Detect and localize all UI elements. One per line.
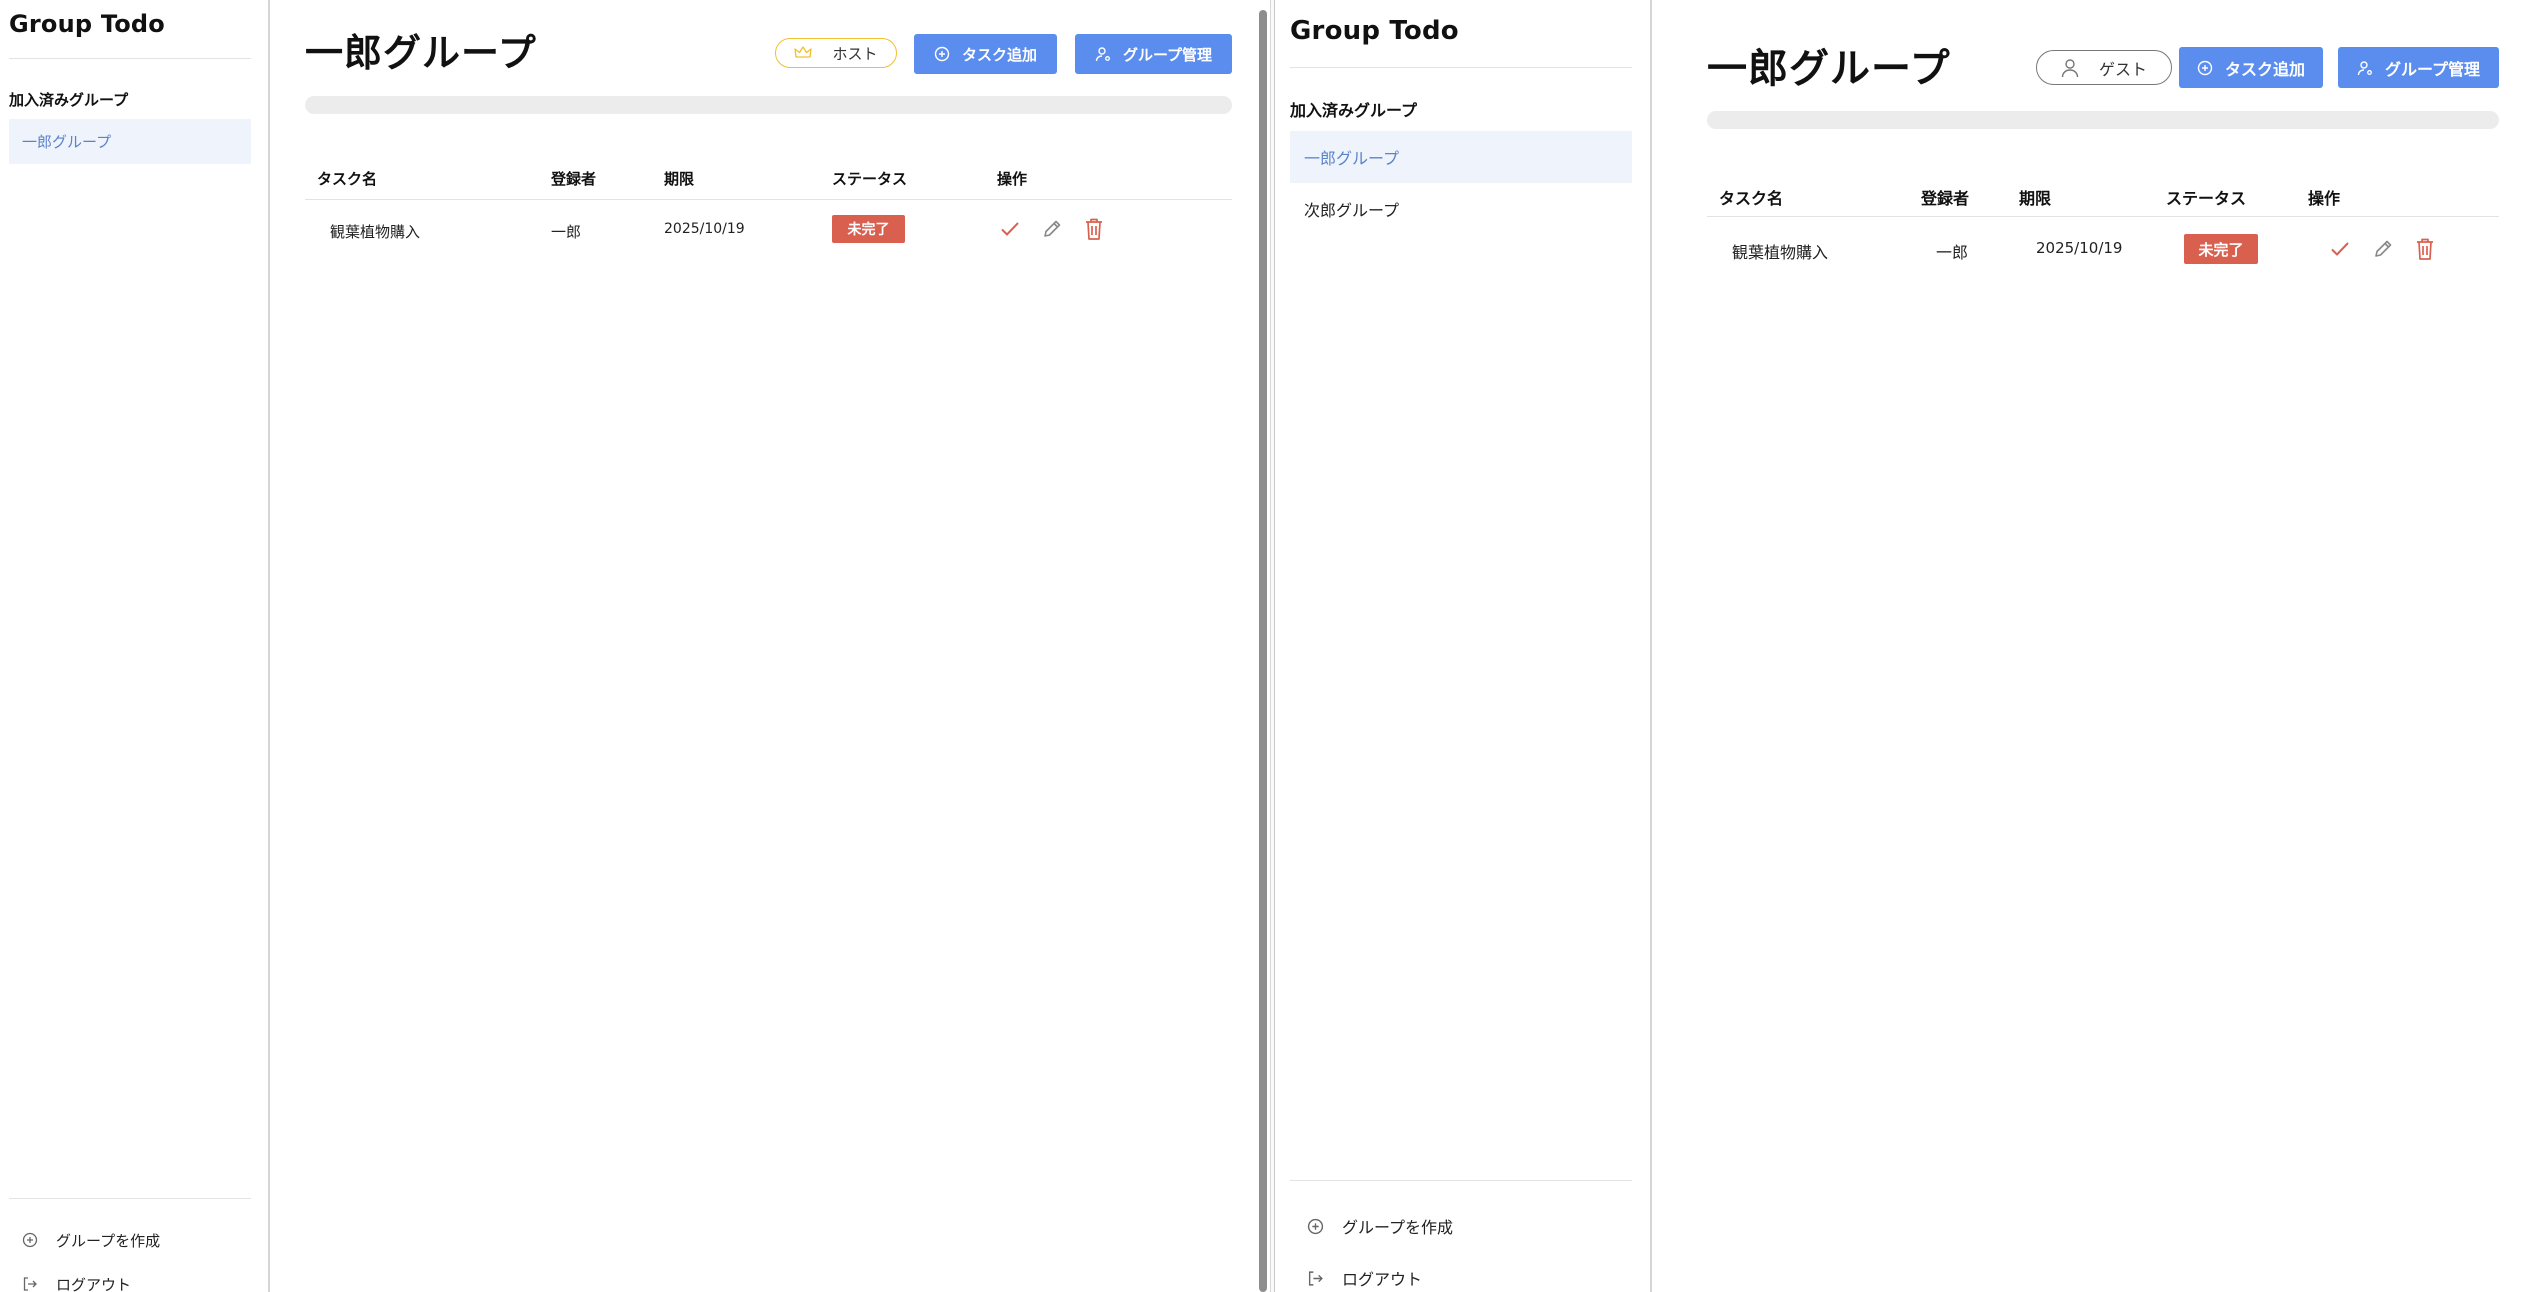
group-item-ichiro[interactable]: 一郎グループ <box>1290 131 1632 183</box>
manage-group-label: グループ管理 <box>1122 45 1213 64</box>
page-title: 一郎グループ <box>1707 46 1951 92</box>
column-header-owner: 登録者 <box>551 170 597 188</box>
group-item-jiro[interactable]: 次郎グループ <box>1290 183 1632 235</box>
manage-group-button[interactable]: グループ管理 <box>1075 34 1232 74</box>
user-cog-icon <box>2357 60 2373 76</box>
plus-circle-icon <box>934 46 950 62</box>
complete-check-icon[interactable] <box>998 217 1022 241</box>
add-task-label: タスク追加 <box>2224 59 2305 79</box>
table-header: タスク名 登録者 期限 ステータス 操作 <box>305 158 1232 200</box>
delete-trash-icon[interactable] <box>1082 216 1106 242</box>
manage-group-label: グループ管理 <box>2384 59 2481 79</box>
column-header-owner: 登録者 <box>1921 189 1970 208</box>
create-group-label: グループを作成 <box>1342 1218 1454 1237</box>
logout-icon <box>22 1276 38 1292</box>
scrollbar-thumb[interactable] <box>1259 10 1267 1292</box>
app-title: Group Todo <box>1290 16 1459 46</box>
role-label: ゲスト <box>2098 59 2147 79</box>
joined-groups-heading: 加入済みグループ <box>1290 101 1418 120</box>
group-item-label: 一郎グループ <box>22 133 112 151</box>
delete-trash-icon[interactable] <box>2412 235 2438 263</box>
sidebar: Group Todo 加入済みグループ 一郎グループ グループを作成 ログアウト <box>0 0 270 1292</box>
sidebar-divider <box>1290 67 1632 68</box>
complete-check-icon[interactable] <box>2327 236 2353 262</box>
logout-button[interactable]: ログアウト <box>1307 1265 1422 1291</box>
add-task-button[interactable]: タスク追加 <box>914 34 1057 74</box>
role-badge: ゲスト <box>2036 50 2172 85</box>
logout-label: ログアウト <box>1342 1270 1423 1289</box>
task-name: 観葉植物購入 <box>1732 243 1829 262</box>
progress-bar <box>1707 111 2499 129</box>
column-header-task: タスク名 <box>317 170 378 188</box>
column-header-status: ステータス <box>832 170 908 188</box>
create-group-button[interactable]: グループを作成 <box>22 1228 160 1252</box>
main-content: 一郎グループ ゲスト タスク追加 グループ管理 タスク名 登録者 期限 ステータ… <box>1652 0 2526 1292</box>
group-item-ichiro[interactable]: 一郎グループ <box>9 119 251 164</box>
task-name: 観葉植物購入 <box>330 223 421 241</box>
joined-groups-heading: 加入済みグループ <box>9 91 129 109</box>
main-content: 一郎グループ ホスト タスク追加 グループ管理 タスク名 登録者 期限 ステータ… <box>270 0 1260 1292</box>
create-group-label: グループを作成 <box>56 1231 161 1250</box>
page-title: 一郎グループ <box>305 31 537 75</box>
table-header: タスク名 登録者 期限 ステータス 操作 <box>1707 174 2499 217</box>
column-header-actions: 操作 <box>2308 189 2341 208</box>
crown-icon <box>794 46 813 60</box>
user-cog-icon <box>1095 46 1111 62</box>
add-task-button[interactable]: タスク追加 <box>2179 47 2323 88</box>
column-header-task: タスク名 <box>1719 189 1784 208</box>
sidebar-bottom-divider <box>1290 1180 1632 1181</box>
plus-circle-icon <box>1307 1218 1324 1235</box>
host-window: Group Todo 加入済みグループ 一郎グループ グループを作成 ログアウト… <box>0 0 1270 1292</box>
guest-window: Group Todo 加入済みグループ 一郎グループ 次郎グループ グループを作… <box>1275 0 2526 1292</box>
group-item-label: 次郎グループ <box>1304 201 1400 220</box>
sidebar-bottom-divider <box>9 1198 251 1199</box>
role-badge: ホスト <box>775 38 897 68</box>
plus-circle-icon <box>22 1232 38 1248</box>
task-owner: 一郎 <box>551 223 582 241</box>
logout-button[interactable]: ログアウト <box>22 1272 131 1292</box>
edit-pencil-icon[interactable] <box>2370 236 2396 262</box>
logout-label: ログアウト <box>56 1275 132 1292</box>
progress-bar <box>305 96 1232 114</box>
status-badge: 未完了 <box>2184 234 2258 264</box>
task-due: 2025/10/19 <box>2036 239 2123 257</box>
sidebar: Group Todo 加入済みグループ 一郎グループ 次郎グループ グループを作… <box>1275 0 1652 1292</box>
task-owner: 一郎 <box>1936 243 1969 262</box>
column-header-due: 期限 <box>2019 189 2052 208</box>
user-icon <box>2061 58 2079 78</box>
column-header-actions: 操作 <box>997 170 1028 188</box>
add-task-label: タスク追加 <box>961 45 1037 64</box>
group-item-label: 一郎グループ <box>1304 149 1400 168</box>
manage-group-button[interactable]: グループ管理 <box>2338 47 2499 88</box>
column-header-status: ステータス <box>2166 189 2247 208</box>
create-group-button[interactable]: グループを作成 <box>1307 1213 1453 1239</box>
plus-circle-icon <box>2197 60 2213 76</box>
logout-icon <box>1307 1270 1324 1287</box>
task-due: 2025/10/19 <box>664 221 745 237</box>
status-badge: 未完了 <box>832 215 905 243</box>
edit-pencil-icon[interactable] <box>1040 217 1064 241</box>
column-header-due: 期限 <box>664 170 695 188</box>
sidebar-divider <box>9 58 251 59</box>
role-label: ホスト <box>832 44 878 63</box>
app-title: Group Todo <box>9 10 165 38</box>
